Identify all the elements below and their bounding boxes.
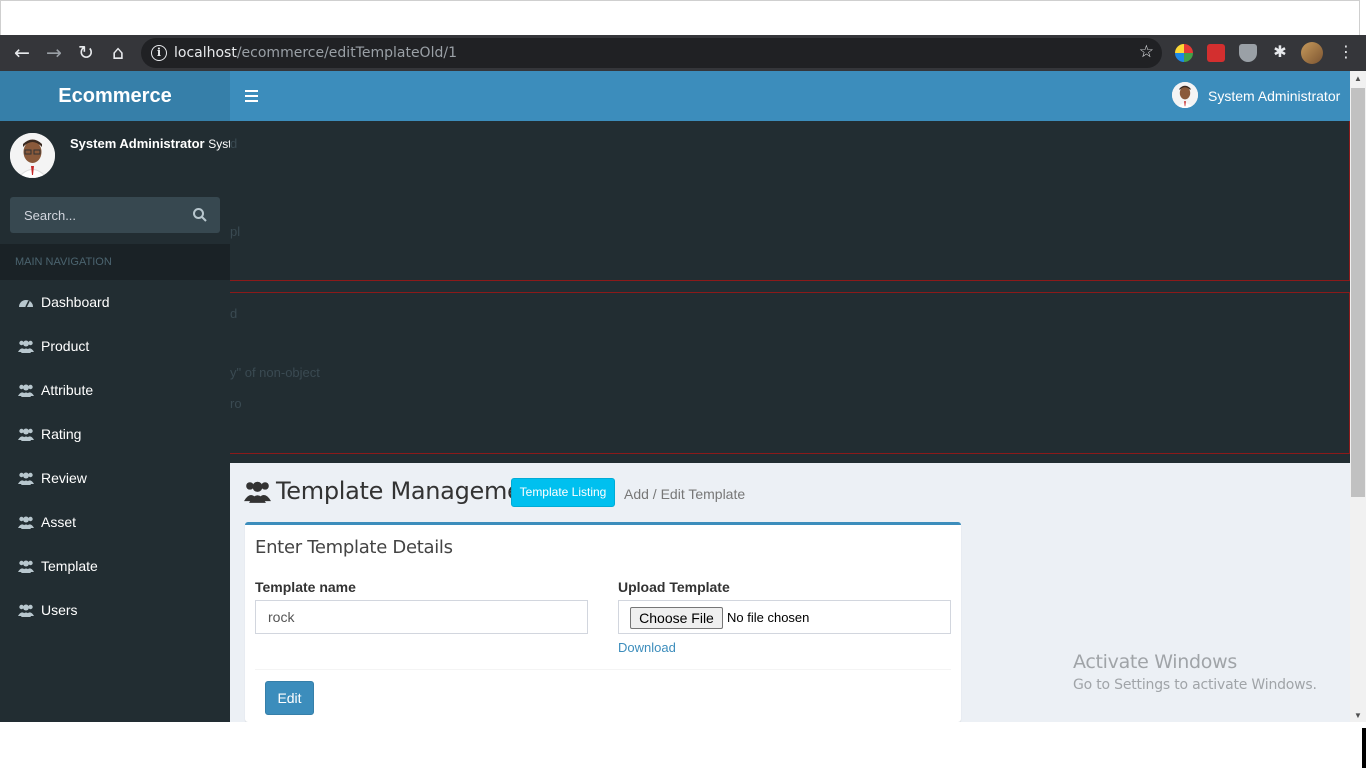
users-icon (18, 516, 34, 529)
nav-header: MAIN NAVIGATION (0, 244, 230, 280)
puzzle-extensions-icon[interactable]: ✱ (1271, 44, 1289, 62)
sidebar-item-label: Asset (41, 514, 77, 530)
page-scrollbar[interactable]: ▲ ▼ (1350, 71, 1366, 722)
error-text: d (230, 306, 238, 321)
sidebar-item-label: Product (41, 338, 90, 354)
users-icon (18, 560, 34, 573)
sidebar-user-name-text: System Administrator (70, 136, 205, 151)
sidebar-item-label: Rating (41, 426, 82, 442)
sidebar-item-label: Attribute (41, 382, 94, 398)
users-icon (18, 428, 34, 441)
choose-file-button[interactable]: Choose File (630, 607, 723, 629)
header-user-menu[interactable]: System Administrator (1172, 82, 1340, 110)
error-block (230, 292, 1350, 454)
header-user-name: System Administrator (1208, 88, 1341, 104)
top-navbar: System Administrator (230, 71, 1350, 121)
sidebar-item-attribute[interactable]: Attribute (0, 368, 230, 412)
app-logo[interactable]: Ecommerce (0, 71, 230, 121)
url-text[interactable]: localhost/ecommerce/editTemplateOld/1 (174, 45, 457, 61)
sidebar-user-name: System Administrator System (70, 136, 248, 151)
forward-icon[interactable]: → (42, 41, 66, 65)
bookmark-star-icon[interactable]: ☆ (1139, 42, 1154, 62)
shield-icon[interactable] (1239, 44, 1257, 62)
sidebar-item-dashboard[interactable]: Dashboard (0, 280, 230, 324)
user-panel: System Administrator System (0, 121, 248, 191)
page-subtitle: Add / Edit Template (624, 486, 746, 502)
sidebar-search (10, 197, 220, 233)
sidebar-item-label: Users (41, 602, 78, 618)
users-icon (18, 340, 34, 353)
window-edge-mark (1362, 728, 1366, 768)
edit-button[interactable]: Edit (265, 681, 314, 715)
scroll-up-icon[interactable]: ▲ (1350, 74, 1366, 84)
download-link[interactable]: Download (618, 640, 676, 655)
sidebar-item-product[interactable]: Product (0, 324, 230, 368)
dashboard-icon (19, 300, 33, 308)
sidebar-item-rating[interactable]: Rating (0, 412, 230, 456)
sidebar-item-label: Template (41, 558, 98, 574)
error-output-region: d pl d y" of non-object ro (230, 121, 1350, 463)
search-icon[interactable] (192, 207, 208, 223)
browser-menu-icon[interactable]: ⋮ (1338, 42, 1354, 61)
template-name-label: Template name (255, 579, 356, 595)
sidebar-item-label: Dashboard (41, 294, 110, 310)
search-input[interactable] (10, 197, 180, 233)
avatar (1172, 82, 1198, 108)
users-icon (244, 481, 271, 503)
window-top-strip (0, 0, 1360, 36)
scroll-down-icon[interactable]: ▼ (1350, 711, 1366, 721)
avatar (10, 133, 55, 178)
error-text: ro (230, 396, 242, 411)
template-name-input[interactable] (255, 600, 588, 634)
url-path: /ecommerce/editTemplateOld/1 (236, 45, 457, 61)
sidebar-item-asset[interactable]: Asset (0, 500, 230, 544)
hamburger-menu-icon[interactable] (245, 90, 258, 102)
error-block (230, 121, 1350, 281)
profile-avatar-icon[interactable] (1301, 42, 1323, 64)
window-bottom-strip (0, 722, 1366, 768)
watermark-title: Activate Windows (1073, 651, 1237, 673)
sidebar-item-review[interactable]: Review (0, 456, 230, 500)
error-text: y" of non-object (230, 365, 320, 380)
file-status-text: No file chosen (727, 610, 810, 625)
address-bar[interactable]: i localhost/ecommerce/editTemplateOld/1 … (141, 38, 1162, 68)
extension-color-icon[interactable] (1175, 44, 1193, 62)
watermark-subtitle: Go to Settings to activate Windows. (1073, 677, 1317, 693)
template-listing-button[interactable]: Template Listing (511, 478, 615, 507)
error-text: pl (230, 224, 241, 239)
sidebar-item-label: Review (41, 470, 87, 486)
sidebar: Ecommerce System Administrator System MA… (0, 71, 248, 722)
box-title: Enter Template Details (255, 537, 453, 558)
error-text: d (230, 136, 238, 151)
upload-template-field: Choose File No file chosen (618, 600, 951, 634)
divider (255, 669, 951, 670)
users-icon (18, 472, 34, 485)
back-icon[interactable]: ← (10, 41, 34, 65)
activate-windows-watermark: Activate Windows Go to Settings to activ… (1073, 651, 1317, 693)
upload-template-label: Upload Template (618, 579, 730, 595)
site-info-icon[interactable]: i (151, 45, 167, 61)
home-icon[interactable]: ⌂ (106, 41, 130, 65)
sidebar-item-template[interactable]: Template (0, 544, 230, 588)
page-title-text: Template Management (276, 477, 546, 505)
users-icon (18, 384, 34, 397)
reload-icon[interactable]: ↻ (74, 41, 98, 65)
scroll-thumb[interactable] (1351, 88, 1365, 497)
template-form-box: Enter Template Details Template name Upl… (245, 522, 961, 722)
sidebar-item-users[interactable]: Users (0, 588, 230, 632)
extension-red-icon[interactable] (1207, 44, 1225, 62)
main-content: Template Management Template Listing Add… (230, 463, 1350, 722)
browser-toolbar: ← → ↻ ⌂ i localhost/ecommerce/editTempla… (0, 35, 1366, 71)
users-icon (18, 604, 34, 617)
url-host: localhost (174, 45, 237, 61)
